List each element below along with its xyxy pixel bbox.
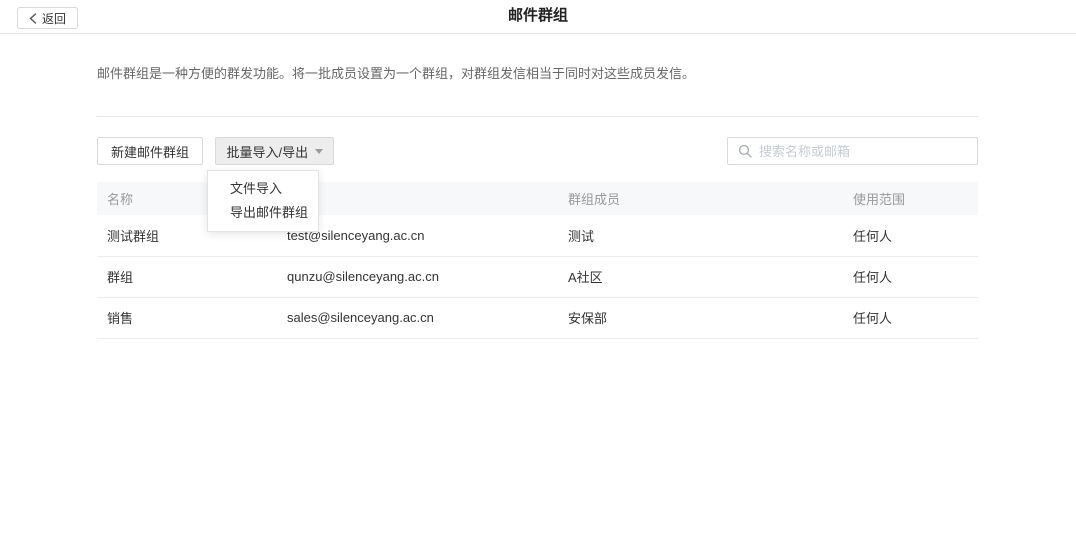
cell-members: 测试 bbox=[558, 215, 843, 256]
cell-email: sales@silenceyang.ac.cn bbox=[277, 297, 558, 338]
cell-scope: 任何人 bbox=[843, 256, 978, 297]
col-header-email bbox=[277, 182, 558, 215]
cell-name: 群组 bbox=[97, 256, 277, 297]
topbar: 返回 邮件群组 bbox=[0, 0, 1076, 34]
page-title: 邮件群组 bbox=[0, 0, 1076, 32]
cell-email: qunzu@silenceyang.ac.cn bbox=[277, 256, 558, 297]
cell-members: A社区 bbox=[558, 256, 843, 297]
main-content: 邮件群组是一种方便的群发功能。将一批成员设置为一个群组，对群组发信相当于同时对这… bbox=[97, 34, 978, 339]
cell-name: 销售 bbox=[97, 297, 277, 338]
batch-import-export-button[interactable]: 批量导入/导出 bbox=[215, 137, 334, 165]
menu-item-export-mail-groups[interactable]: 导出邮件群组 bbox=[208, 201, 318, 225]
search-box bbox=[727, 137, 978, 165]
cell-scope: 任何人 bbox=[843, 297, 978, 338]
batch-import-export-label: 批量导入/导出 bbox=[226, 142, 308, 161]
col-header-scope: 使用范围 bbox=[843, 182, 978, 215]
search-icon bbox=[738, 144, 752, 158]
cell-email: test@silenceyang.ac.cn bbox=[277, 215, 558, 256]
table-row[interactable]: 销售 sales@silenceyang.ac.cn 安保部 任何人 bbox=[97, 297, 978, 338]
intro-text: 邮件群组是一种方便的群发功能。将一批成员设置为一个群组，对群组发信相当于同时对这… bbox=[97, 34, 978, 117]
menu-item-file-import[interactable]: 文件导入 bbox=[208, 177, 318, 201]
table-row[interactable]: 群组 qunzu@silenceyang.ac.cn A社区 任何人 bbox=[97, 256, 978, 297]
search-input[interactable] bbox=[752, 138, 977, 164]
cell-scope: 任何人 bbox=[843, 215, 978, 256]
col-header-members: 群组成员 bbox=[558, 182, 843, 215]
caret-down-icon bbox=[315, 149, 323, 154]
cell-members: 安保部 bbox=[558, 297, 843, 338]
new-mail-group-button[interactable]: 新建邮件群组 bbox=[97, 137, 203, 165]
toolbar: 新建邮件群组 批量导入/导出 文件导入 导出邮件群组 bbox=[97, 137, 978, 165]
batch-dropdown-menu: 文件导入 导出邮件群组 bbox=[207, 170, 319, 232]
